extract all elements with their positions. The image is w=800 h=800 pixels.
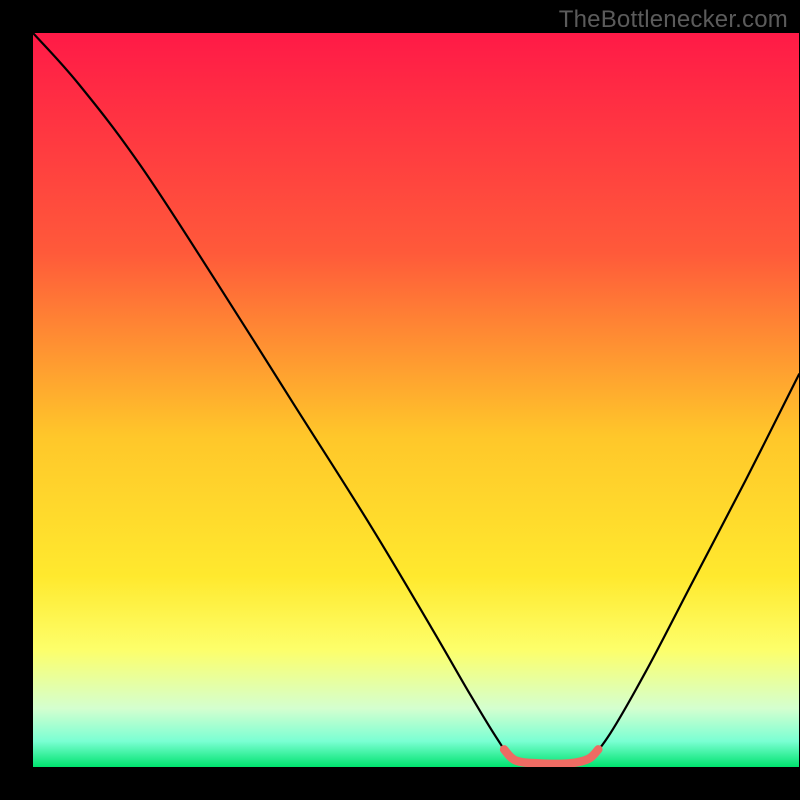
chart-svg — [33, 33, 799, 767]
watermark-text: TheBottlenecker.com — [559, 6, 788, 34]
gradient-background — [33, 33, 799, 767]
chart-frame: TheBottlenecker.com — [0, 0, 800, 800]
plot-area — [33, 33, 799, 767]
